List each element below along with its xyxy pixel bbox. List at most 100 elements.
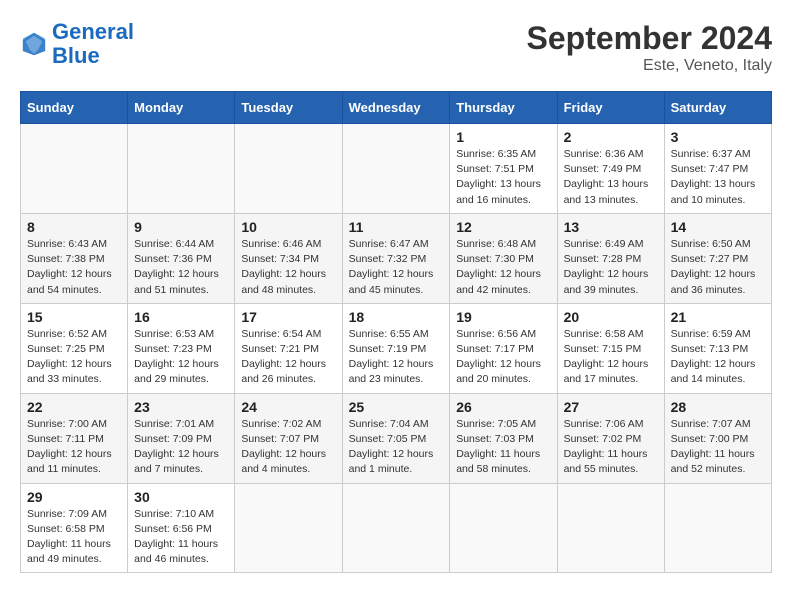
calendar-day-cell: 20 Sunrise: 6:58 AMSunset: 7:15 PMDayligh…: [557, 303, 664, 393]
day-number: 12: [456, 219, 550, 235]
weekday-header-cell: Monday: [128, 92, 235, 124]
day-number: 8: [27, 219, 121, 235]
title-block: September 2024 Este, Veneto, Italy: [527, 20, 772, 75]
logo-text: General Blue: [52, 20, 134, 68]
day-number: 13: [564, 219, 658, 235]
day-info: Sunrise: 6:36 AMSunset: 7:49 PMDaylight:…: [564, 147, 658, 208]
calendar-day-cell: [342, 124, 450, 214]
day-number: 30: [134, 489, 228, 505]
day-number: 19: [456, 309, 550, 325]
day-number: 17: [241, 309, 335, 325]
calendar-week-row: 8 Sunrise: 6:43 AMSunset: 7:38 PMDaylight…: [21, 213, 772, 303]
day-info: Sunrise: 6:59 AMSunset: 7:13 PMDaylight:…: [671, 327, 765, 388]
calendar-day-cell: [664, 483, 771, 573]
calendar-day-cell: [342, 483, 450, 573]
day-info: Sunrise: 6:49 AMSunset: 7:28 PMDaylight:…: [564, 237, 658, 298]
day-info: Sunrise: 6:43 AMSunset: 7:38 PMDaylight:…: [27, 237, 121, 298]
logo-icon: [20, 30, 48, 58]
day-number: 9: [134, 219, 228, 235]
calendar-day-cell: [21, 124, 128, 214]
day-number: 15: [27, 309, 121, 325]
calendar-day-cell: [235, 124, 342, 214]
weekday-header-cell: Friday: [557, 92, 664, 124]
day-info: Sunrise: 6:52 AMSunset: 7:25 PMDaylight:…: [27, 327, 121, 388]
month-title: September 2024: [527, 20, 772, 57]
calendar-day-cell: 2 Sunrise: 6:36 AMSunset: 7:49 PMDaylight…: [557, 124, 664, 214]
calendar-day-cell: 21 Sunrise: 6:59 AMSunset: 7:13 PMDayligh…: [664, 303, 771, 393]
day-info: Sunrise: 6:55 AMSunset: 7:19 PMDaylight:…: [349, 327, 444, 388]
weekday-header-cell: Saturday: [664, 92, 771, 124]
weekday-header-cell: Tuesday: [235, 92, 342, 124]
day-info: Sunrise: 7:04 AMSunset: 7:05 PMDaylight:…: [349, 417, 444, 478]
day-info: Sunrise: 7:07 AMSunset: 7:00 PMDaylight:…: [671, 417, 765, 478]
calendar-table: SundayMondayTuesdayWednesdayThursdayFrid…: [20, 91, 772, 573]
calendar-day-cell: 28Sunrise: 7:07 AMSunset: 7:00 PMDayligh…: [664, 393, 771, 483]
day-number: 22: [27, 399, 121, 415]
day-number: 24: [241, 399, 335, 415]
calendar-day-cell: 25 Sunrise: 7:04 AMSunset: 7:05 PMDayligh…: [342, 393, 450, 483]
calendar-day-cell: 10 Sunrise: 6:46 AMSunset: 7:34 PMDayligh…: [235, 213, 342, 303]
day-number: 10: [241, 219, 335, 235]
calendar-day-cell: 30 Sunrise: 7:10 AMSunset: 6:56 PMDayligh…: [128, 483, 235, 573]
day-info: Sunrise: 7:01 AMSunset: 7:09 PMDaylight:…: [134, 417, 228, 478]
calendar-day-cell: 16Sunrise: 6:53 AMSunset: 7:23 PMDayligh…: [128, 303, 235, 393]
day-number: 20: [564, 309, 658, 325]
page-header: General Blue September 2024 Este, Veneto…: [20, 20, 772, 75]
location-subtitle: Este, Veneto, Italy: [527, 57, 772, 75]
logo-general: General: [52, 19, 134, 44]
calendar-day-cell: 9 Sunrise: 6:44 AMSunset: 7:36 PMDaylight…: [128, 213, 235, 303]
day-info: Sunrise: 6:58 AMSunset: 7:15 PMDaylight:…: [564, 327, 658, 388]
calendar-day-cell: 19 Sunrise: 6:56 AMSunset: 7:17 PMDayligh…: [450, 303, 557, 393]
weekday-header-row: SundayMondayTuesdayWednesdayThursdayFrid…: [21, 92, 772, 124]
day-info: Sunrise: 6:46 AMSunset: 7:34 PMDaylight:…: [241, 237, 335, 298]
day-info: Sunrise: 7:09 AMSunset: 6:58 PMDaylight:…: [27, 507, 121, 568]
day-number: 18: [349, 309, 444, 325]
calendar-day-cell: 23 Sunrise: 7:01 AMSunset: 7:09 PMDayligh…: [128, 393, 235, 483]
day-info: Sunrise: 7:06 AMSunset: 7:02 PMDaylight:…: [564, 417, 658, 478]
calendar-day-cell: [235, 483, 342, 573]
calendar-day-cell: 22 Sunrise: 7:00 AMSunset: 7:11 PMDayligh…: [21, 393, 128, 483]
calendar-day-cell: 13 Sunrise: 6:49 AMSunset: 7:28 PMDayligh…: [557, 213, 664, 303]
day-info: Sunrise: 6:35 AMSunset: 7:51 PMDaylight:…: [456, 147, 550, 208]
day-number: 23: [134, 399, 228, 415]
calendar-week-row: 15 Sunrise: 6:52 AMSunset: 7:25 PMDayligh…: [21, 303, 772, 393]
day-info: Sunrise: 6:48 AMSunset: 7:30 PMDaylight:…: [456, 237, 550, 298]
day-info: Sunrise: 7:10 AMSunset: 6:56 PMDaylight:…: [134, 507, 228, 568]
calendar-day-cell: 26Sunrise: 7:05 AMSunset: 7:03 PMDayligh…: [450, 393, 557, 483]
calendar-day-cell: [557, 483, 664, 573]
day-number: 29: [27, 489, 121, 505]
day-info: Sunrise: 6:44 AMSunset: 7:36 PMDaylight:…: [134, 237, 228, 298]
weekday-header-cell: Thursday: [450, 92, 557, 124]
calendar-day-cell: 1 Sunrise: 6:35 AMSunset: 7:51 PMDaylight…: [450, 124, 557, 214]
calendar-day-cell: 27 Sunrise: 7:06 AMSunset: 7:02 PMDayligh…: [557, 393, 664, 483]
day-number: 1: [456, 129, 550, 145]
logo-blue: Blue: [52, 43, 100, 68]
day-number: 16: [134, 309, 228, 325]
calendar-day-cell: 24 Sunrise: 7:02 AMSunset: 7:07 PMDayligh…: [235, 393, 342, 483]
logo: General Blue: [20, 20, 134, 68]
calendar-day-cell: 29 Sunrise: 7:09 AMSunset: 6:58 PMDayligh…: [21, 483, 128, 573]
day-info: Sunrise: 6:56 AMSunset: 7:17 PMDaylight:…: [456, 327, 550, 388]
day-info: Sunrise: 6:37 AMSunset: 7:47 PMDaylight:…: [671, 147, 765, 208]
calendar-week-row: 1 Sunrise: 6:35 AMSunset: 7:51 PMDaylight…: [21, 124, 772, 214]
calendar-week-row: 22 Sunrise: 7:00 AMSunset: 7:11 PMDayligh…: [21, 393, 772, 483]
day-number: 21: [671, 309, 765, 325]
day-number: 2: [564, 129, 658, 145]
calendar-day-cell: 17Sunrise: 6:54 AMSunset: 7:21 PMDayligh…: [235, 303, 342, 393]
calendar-day-cell: 18 Sunrise: 6:55 AMSunset: 7:19 PMDayligh…: [342, 303, 450, 393]
weekday-header-cell: Wednesday: [342, 92, 450, 124]
day-number: 11: [349, 219, 444, 235]
calendar-day-cell: [450, 483, 557, 573]
day-info: Sunrise: 7:00 AMSunset: 7:11 PMDaylight:…: [27, 417, 121, 478]
calendar-day-cell: [128, 124, 235, 214]
day-number: 14: [671, 219, 765, 235]
day-number: 27: [564, 399, 658, 415]
day-number: 25: [349, 399, 444, 415]
calendar-day-cell: 14Sunrise: 6:50 AMSunset: 7:27 PMDayligh…: [664, 213, 771, 303]
calendar-day-cell: 15 Sunrise: 6:52 AMSunset: 7:25 PMDayligh…: [21, 303, 128, 393]
day-number: 26: [456, 399, 550, 415]
day-number: 3: [671, 129, 765, 145]
calendar-body: 1 Sunrise: 6:35 AMSunset: 7:51 PMDaylight…: [21, 124, 772, 573]
weekday-header-cell: Sunday: [21, 92, 128, 124]
day-info: Sunrise: 7:02 AMSunset: 7:07 PMDaylight:…: [241, 417, 335, 478]
